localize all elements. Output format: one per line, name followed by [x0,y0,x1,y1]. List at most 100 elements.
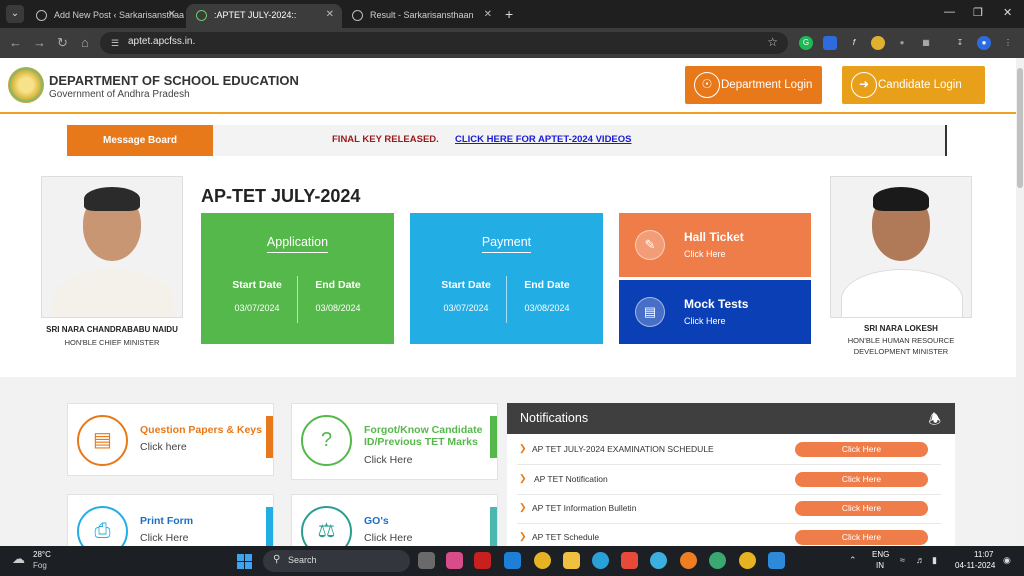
taskbar-search[interactable]: ⚲ Search [263,550,410,572]
site-info-icon[interactable]: ☰ [109,37,121,49]
gos-card[interactable]: ⚖ GO's Click Here [291,494,498,546]
department-login-button[interactable]: ☉ Department Login [685,66,822,104]
message-board-label: Message Board [67,125,213,156]
tab-search-button[interactable]: ⌄ [6,5,24,23]
formula-extension-icon[interactable]: f [847,36,861,50]
new-tab-button[interactable]: + [505,4,513,24]
mail-app-icon[interactable] [504,552,521,569]
tab-favicon-icon [196,10,207,21]
chief-minister-name: SRI NARA CHANDRABABU NAIDU [46,325,178,334]
reload-icon[interactable]: ↻ [57,34,68,52]
payment-end-label: End Date [524,279,570,291]
app-icon[interactable] [709,552,726,569]
close-icon[interactable]: ✕ [168,4,176,26]
restore-icon[interactable]: ❐ [973,6,983,19]
wifi-icon[interactable]: ≈ [900,555,905,565]
click-here-button[interactable]: Click Here [795,472,928,487]
notepad-icon[interactable] [768,552,785,569]
app-icon[interactable] [650,552,667,569]
battery-icon[interactable]: ▮ [932,555,937,566]
bell-icon: 🕭 [928,411,941,427]
mock-tests-card[interactable]: ▤ Mock Tests Click Here [619,280,811,344]
menu-dots-icon[interactable]: ⋮ [1001,36,1015,50]
copilot-icon[interactable] [446,552,463,569]
chevron-right-icon: ❯ [519,473,527,483]
government-subtitle: Government of Andhra Pradesh [49,89,190,100]
application-card[interactable]: Application Start Date End Date 03/07/20… [201,213,394,344]
task-view-icon[interactable] [418,552,435,569]
hall-ticket-card[interactable]: ✎ Hall Ticket Click Here [619,213,811,277]
notification-item: ❯ AP TET JULY-2024 EXAMINATION SCHEDULE … [517,436,941,465]
globe-icon [36,10,47,21]
extension-icon[interactable] [823,36,837,50]
store-icon[interactable] [621,552,638,569]
download-icon[interactable]: ↧ [953,36,967,50]
firefox-icon[interactable] [680,552,697,569]
notification-item: ❯ AP TET Information Bulletin Click Here [517,495,941,524]
payment-card[interactable]: Payment Start Date End Date 03/07/2024 0… [410,213,603,344]
minimize-icon[interactable]: — [944,6,955,18]
extensions-puzzle-icon[interactable]: ▦ [919,36,933,50]
volume-icon[interactable]: ♬ [916,555,925,565]
chevron-up-icon[interactable]: ⌃ [849,555,857,566]
chevron-right-icon: ❯ [519,531,527,541]
department-icon: ☉ [694,72,720,98]
department-title: DEPARTMENT OF SCHOOL EDUCATION [49,73,299,88]
mock-test-icon: ▤ [635,297,665,327]
tab-result[interactable]: Result - Sarkarisansthaan ✕ [342,4,500,28]
chrome-profile-icon[interactable] [739,552,756,569]
print-form-card[interactable]: ⎙ Print Form Click Here [67,494,274,546]
notifications-header: Notifications 🕭 [507,403,955,434]
clock-date[interactable]: 04-11-2024 [955,561,995,570]
application-title: Application [266,235,329,253]
candidate-login-button[interactable]: ➜ Candidate Login [842,66,985,104]
language-indicator[interactable]: ENG [872,550,889,559]
bookmark-star-icon[interactable]: ☆ [767,35,778,49]
application-end-label: End Date [315,279,361,291]
page-scrollbar[interactable] [1016,58,1024,546]
message-board: Message Board FINAL KEY RELEASED. CLICK … [67,125,947,156]
grammarly-extension-icon[interactable]: G [799,36,813,50]
aptet-videos-link[interactable]: CLICK HERE FOR APTET-2024 VIDEOS [455,134,632,145]
clock-time[interactable]: 11:07 [974,550,993,559]
weather-temperature: 28°C [33,550,51,559]
forgot-candidate-id-card[interactable]: ? Forgot/Know Candidate ID/Previous TET … [291,403,498,480]
microphone-icon[interactable]: ● [895,36,909,50]
profile-avatar[interactable]: ● [977,36,991,50]
tab-aptet[interactable]: :APTET JULY-2024:: ✕ [186,4,342,28]
scrollbar-thumb[interactable] [1017,68,1023,188]
address-bar[interactable]: ☰ aptet.apcfss.in. ☆ [100,32,788,54]
back-icon[interactable]: ← [9,34,22,52]
application-end-date: 03/08/2024 [315,303,361,313]
click-here-button[interactable]: Click Here [795,530,928,545]
gavel-icon: ⚖ [301,506,352,546]
extension-icon[interactable] [871,36,885,50]
question-papers-card[interactable]: ▤ Question Papers & Keys Click here [67,403,274,476]
payment-end-date: 03/08/2024 [524,303,570,313]
windows-start-button[interactable] [237,554,252,569]
hrd-minister-name: SRI NARA LOKESH [864,324,938,333]
chrome-icon[interactable] [534,552,551,569]
mcafee-icon[interactable] [474,552,491,569]
printer-icon: ⎙ [77,506,128,546]
hrd-minister-role-line2: DEVELOPMENT MINISTER [853,347,949,356]
browser-tab-bar: ⌄ Add New Post ‹ Sarkarisansthaan ✕ :APT… [0,0,1024,28]
weather-fog-icon[interactable]: ☁ [12,551,30,569]
home-icon[interactable]: ⌂ [81,34,89,52]
close-icon[interactable]: ✕ [326,4,334,26]
click-here-button[interactable]: Click Here [795,442,928,457]
message-notice: FINAL KEY RELEASED. [332,134,439,145]
forward-icon[interactable]: → [33,34,46,52]
hrd-minister-photo [830,176,972,318]
edge-icon[interactable] [592,552,609,569]
document-icon: ▤ [77,415,128,466]
tab-add-new-post[interactable]: Add New Post ‹ Sarkarisansthaan ✕ [26,4,184,28]
notifications-title: Notifications [520,411,589,425]
notification-bell-icon[interactable]: ◉ [1003,555,1011,566]
file-explorer-icon[interactable] [563,552,580,569]
hrd-minister-role-line1: HON'BLE HUMAN RESOURCE [847,336,955,345]
click-here-button[interactable]: Click Here [795,501,928,516]
close-window-icon[interactable]: ✕ [1003,6,1012,19]
chief-minister-photo [41,176,183,318]
close-icon[interactable]: ✕ [484,4,492,26]
